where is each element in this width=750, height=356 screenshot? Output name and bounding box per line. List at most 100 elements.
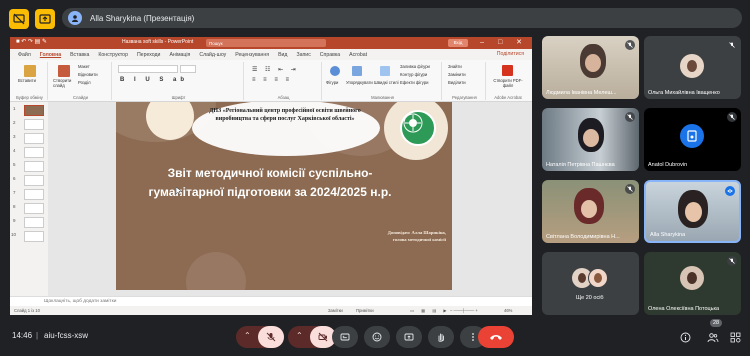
participant-tile[interactable]: Людмила Іванівна Мелеш... [542,36,639,99]
meeting-info-button[interactable] [678,330,692,344]
camera-control[interactable]: ⌃ [288,326,336,348]
slide-thumbnail[interactable] [24,119,44,130]
zoom-slider[interactable]: – ───┼─── + [450,308,478,313]
tab-design[interactable]: Конструктор [98,52,128,58]
align-buttons[interactable]: ≡ ≡ ≡ ≡ [252,77,292,83]
slide-thumbnail[interactable] [24,105,44,116]
participant-tile[interactable]: Олена Олексіївна Потоцька [644,252,741,315]
tab-slideshow[interactable]: Слайд-шоу [199,52,226,58]
font-group-label: Шрифт [171,95,186,100]
slide-thumbnail[interactable] [24,203,44,214]
paragraph-group: ☰ ☷ ⇤ ⇥ ≡ ≡ ≡ ≡ Абзац [246,62,322,100]
reactions-button[interactable] [364,326,390,348]
people-button[interactable] [706,330,720,344]
font-format-buttons[interactable]: B I U S ab [120,77,188,83]
layout-button[interactable]: Макет [78,64,90,69]
tab-home[interactable]: Головна [40,52,61,58]
new-slide-button[interactable]: Створити слайд [53,78,75,88]
leave-call-button[interactable] [478,326,514,348]
quick-styles-icon[interactable] [380,66,390,76]
stop-presenting-button[interactable] [9,9,29,29]
tab-animations[interactable]: Анімація [169,52,190,58]
sign-in-button[interactable]: Вхід [448,39,468,47]
presenter-label: Alla Sharykina (Презентація) [90,13,195,23]
shape-outline-button[interactable]: Контур фігури [400,72,427,77]
slide-thumbnail[interactable] [24,217,44,228]
chevron-up-icon[interactable]: ⌃ [296,331,303,340]
arrange-button[interactable]: Упорядкувати [346,80,373,85]
slide-thumbnail[interactable] [24,189,44,200]
comments-toggle[interactable]: Примітки [356,308,374,313]
view-buttons[interactable]: ▭ ▦ ▤ ▶ [410,308,450,313]
slide-thumbnail[interactable] [24,133,44,144]
tab-view[interactable]: Вид [278,52,287,58]
quick-styles-button[interactable]: Швидкі стилі [374,80,399,85]
slide-canvas[interactable]: ДНЗ «Регіональний центр професійної осві… [48,102,532,296]
info-icon [680,332,690,342]
present-screen-button[interactable] [396,326,422,348]
slide-thumbnails: 1 2 3 4 5 6 7 8 9 10 [10,102,48,296]
slide-thumbnail[interactable] [24,161,44,172]
shapes-icon[interactable] [330,66,340,76]
tab-acrobat[interactable]: Acrobat [349,52,367,58]
arrange-icon[interactable] [352,66,362,76]
slide-thumbnail[interactable] [24,231,44,242]
select-button[interactable]: Виділити [448,80,466,85]
paste-button[interactable]: Вставити [18,78,36,83]
more-participants-tile[interactable]: Ще 20 осіб [542,252,639,315]
present-button[interactable] [35,9,55,29]
section-button[interactable]: Розділ [78,80,91,85]
mic-off-button[interactable] [258,326,284,348]
tab-transitions[interactable]: Переходи [137,52,161,58]
ppt-search-box[interactable]: Пошук [206,39,326,47]
participant-tile[interactable]: Наталія Петрівна Пашнєва [542,108,639,171]
shape-fill-button[interactable]: Заливка фігури [400,64,430,69]
font-name-box[interactable] [118,65,178,73]
font-size-box[interactable] [180,65,196,73]
pdf-icon[interactable] [502,65,513,76]
participant-tile[interactable]: Світлана Володимирівна Н... [542,180,639,243]
new-slide-icon[interactable] [58,65,70,77]
present-off-icon [13,13,25,25]
participant-tile-active-speaker[interactable]: Alla Sharykina [644,180,741,243]
shapes-button[interactable]: Фігури [326,80,338,85]
raise-hand-button[interactable] [428,326,454,348]
reset-button[interactable]: Відновити [78,72,98,77]
ppt-share-button[interactable]: Поділитися [497,51,524,57]
mic-control[interactable]: ⌃ [236,326,284,348]
tab-insert[interactable]: Вставка [70,52,89,58]
slide-thumbnail[interactable] [24,175,44,186]
slide-number: 7 [13,190,16,195]
mouse-cursor-icon [176,187,182,195]
participant-tile[interactable]: Ольга Михайлівна Іващенко [644,36,741,99]
find-button[interactable]: Знайти [448,64,462,69]
zoom-level[interactable]: 46% [504,308,512,313]
apps-icon [730,332,740,342]
tab-record[interactable]: Запис [296,52,310,58]
participant-avatar [588,268,608,288]
participant-tile[interactable]: Anatol Dubrovin [644,108,741,171]
replace-button[interactable]: Замінити [448,72,466,77]
list-buttons[interactable]: ☰ ☷ ⇤ ⇥ [252,66,299,73]
window-controls[interactable]: – □ ✕ [480,38,528,46]
presenter-banner[interactable]: Alla Sharykina (Презентація) [62,8,742,28]
clipboard-group: Вставити Буфер обміну [12,62,48,100]
activities-button[interactable] [728,330,742,344]
tab-review[interactable]: Рецензування [235,52,269,58]
current-slide[interactable]: ДНЗ «Регіональний центр професійної осві… [116,102,452,290]
quick-access-icons[interactable]: ■ ↶ ↷ ▤ ✎ [16,38,47,45]
chevron-up-icon[interactable]: ⌃ [244,331,251,340]
shape-effects-button[interactable]: Ефекти фігури [400,80,429,85]
closed-captions-icon [340,333,350,341]
notes-toggle[interactable]: Замітки [328,308,343,313]
create-pdf-button[interactable]: Створити PDF-файл [490,78,526,88]
notes-pane[interactable]: Щоклацніть, щоб додати замітки [10,296,532,306]
paste-icon[interactable] [24,65,36,77]
shared-screen[interactable]: ■ ↶ ↷ ▤ ✎ Названа soft skills - PowerPoi… [10,37,532,315]
present-to-all-icon [404,333,414,341]
tab-file[interactable]: Файл [18,52,31,58]
slide-thumbnail[interactable] [24,147,44,158]
presenter-avatar [68,11,82,25]
captions-button[interactable] [332,326,358,348]
tab-help[interactable]: Справка [320,52,340,58]
